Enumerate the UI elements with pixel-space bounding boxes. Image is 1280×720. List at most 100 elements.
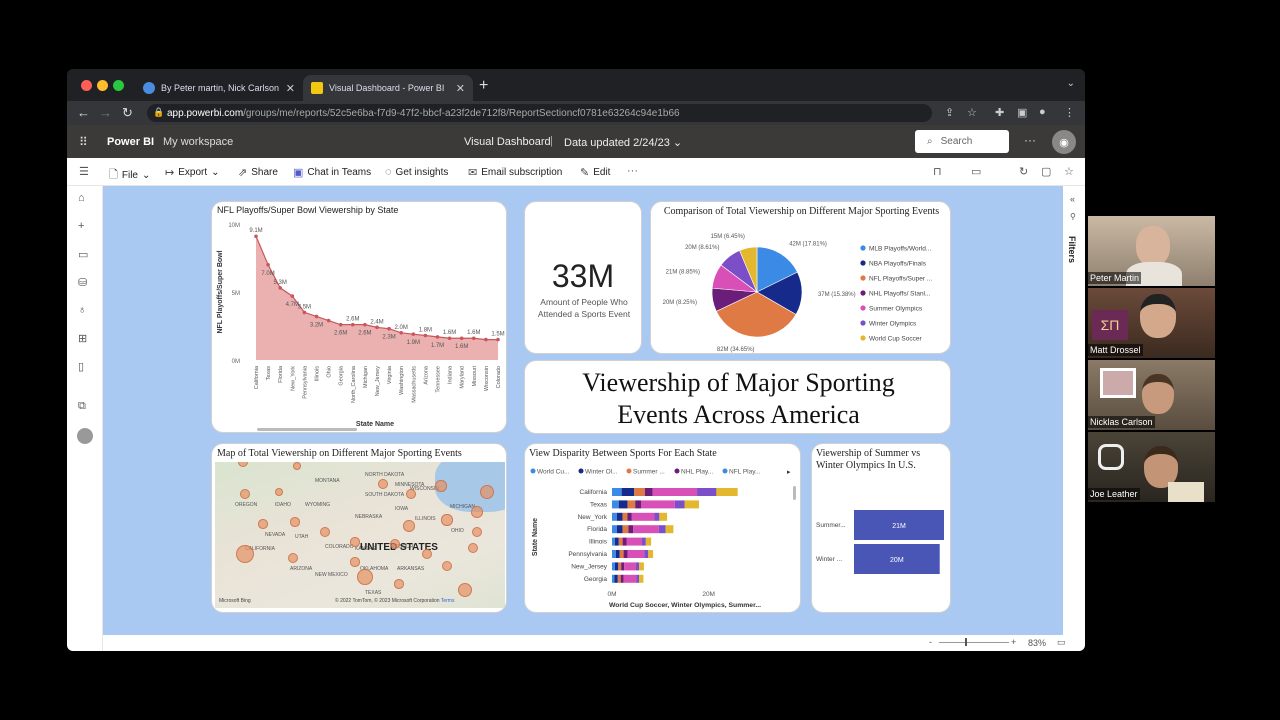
view-icon[interactable]: ▭: [971, 165, 981, 178]
export-menu[interactable]: ↦ Export ⌄: [165, 166, 220, 179]
my-workspace-icon[interactable]: [77, 428, 93, 444]
more-commands-icon[interactable]: ···: [627, 165, 638, 177]
new-tab-icon[interactable]: +: [479, 77, 488, 95]
map-bubble[interactable]: [350, 557, 360, 567]
close-window-button[interactable]: [81, 80, 92, 91]
map-bubble[interactable]: [240, 489, 250, 499]
bar-segment: [614, 537, 619, 546]
share-page-icon[interactable]: ⇪: [945, 106, 954, 119]
workspace-link[interactable]: My workspace: [163, 136, 233, 148]
forward-icon[interactable]: →: [99, 105, 112, 120]
map-bubble[interactable]: [406, 489, 416, 499]
map-bubble[interactable]: [471, 506, 483, 518]
refresh-icon[interactable]: ↻: [1019, 165, 1028, 178]
map-bubble[interactable]: [422, 549, 432, 559]
map-bubble[interactable]: [236, 545, 254, 563]
url-field[interactable]: 🔒 app.powerbi.com/groups/me/reports/52c5…: [147, 104, 932, 122]
profile-icon[interactable]: ●: [1039, 106, 1046, 118]
map-bubble[interactable]: [457, 582, 473, 598]
maximize-window-button[interactable]: [113, 80, 124, 91]
pie-chart-card[interactable]: Comparison of Total Viewership on Differ…: [650, 201, 951, 354]
stacked-bar-card[interactable]: View Disparity Between Sports For Each S…: [524, 443, 801, 613]
datahub-icon[interactable]: ⛁: [78, 276, 87, 289]
extensions-icon[interactable]: ✚: [995, 106, 1004, 119]
map-bubble[interactable]: [320, 527, 330, 537]
map-card[interactable]: Map of Total Viewership on Different Maj…: [211, 443, 507, 613]
nfl-area-chart-card[interactable]: NFL Playoffs/Super Bowl Viewership by St…: [211, 201, 507, 433]
map-bubble[interactable]: [435, 480, 447, 492]
bar-segment: [622, 512, 628, 521]
avatar[interactable]: ◉: [1052, 130, 1076, 154]
reload-icon[interactable]: ↻: [122, 105, 133, 121]
data-label: 20M: [890, 557, 904, 564]
tab-visual-dashboard[interactable]: Visual Dashboard - Power BI ✕: [303, 75, 473, 101]
participant-tile[interactable]: Nicklas Carlson: [1088, 360, 1215, 430]
zoom-slider[interactable]: [939, 642, 1009, 643]
collapse-filters-icon[interactable]: «: [1070, 194, 1075, 204]
map-bubble[interactable]: [394, 579, 404, 589]
data-label: 1.7M: [431, 343, 444, 349]
terms-link[interactable]: Terms: [441, 598, 455, 604]
brand[interactable]: Power BI: [107, 136, 154, 148]
data-point: [496, 337, 500, 342]
home-icon[interactable]: ⌂: [78, 192, 85, 204]
apps-icon[interactable]: ⊞: [78, 332, 87, 345]
data-updated[interactable]: Data updated 2/24/23 ⌄: [564, 136, 682, 149]
bubble-map[interactable]: UNITED STATES © 2022 TomTom, © 2023 Micr…: [215, 462, 505, 608]
minimize-window-button[interactable]: [97, 80, 108, 91]
x-tick-label: Indiana: [448, 365, 454, 384]
map-bubble[interactable]: [258, 519, 268, 529]
map-bubble[interactable]: [479, 484, 495, 500]
bookmark-icon[interactable]: ⊓: [933, 165, 942, 178]
participant-tile[interactable]: Peter Martin: [1088, 216, 1215, 286]
chevron-down-icon[interactable]: ⌄: [1067, 78, 1075, 89]
comment-icon[interactable]: ▢: [1041, 165, 1051, 178]
participant-tile[interactable]: ΣΠ Matt Drossel: [1088, 288, 1215, 358]
sidepanel-icon[interactable]: ▣: [1017, 106, 1027, 119]
map-bubble[interactable]: [390, 539, 400, 549]
fit-page-icon[interactable]: ▭: [1057, 637, 1066, 648]
olympics-bar-card[interactable]: Viewership of Summer vs Winter Olympics …: [811, 443, 951, 613]
data-label: 2.0M: [395, 325, 408, 331]
share-button[interactable]: ⇗ Share: [238, 166, 278, 179]
goals-icon[interactable]: ♁: [78, 304, 86, 316]
participant-video: [1140, 294, 1176, 338]
map-bubble[interactable]: [350, 537, 360, 547]
kpi-card[interactable]: 33M Amount of People Who Attended a Spor…: [524, 201, 642, 354]
map-bubble[interactable]: [378, 479, 388, 489]
data-label: 1.9M: [407, 340, 420, 346]
workspaces-icon[interactable]: ⧉: [78, 400, 86, 413]
nav-collapse-icon[interactable]: ☰: [79, 165, 89, 178]
bar-segment: [716, 488, 738, 496]
get-insights-button[interactable]: ◌ Get insights: [385, 166, 448, 178]
tab-teams-chat[interactable]: By Peter martin, Nick Carlson, ✕: [135, 75, 303, 101]
zoom-slider-handle[interactable]: [965, 638, 967, 646]
search-input[interactable]: ⌕ Search: [915, 130, 1009, 153]
email-subscription-button[interactable]: ✉ Email subscription: [468, 166, 562, 179]
close-tab-icon[interactable]: ✕: [456, 82, 465, 95]
file-menu[interactable]: 🗋 File ⌄: [109, 166, 150, 185]
browse-icon[interactable]: ▭: [78, 248, 88, 261]
map-bubble[interactable]: [357, 569, 373, 585]
more-options-icon[interactable]: ···: [1024, 133, 1036, 147]
close-tab-icon[interactable]: ✕: [286, 82, 295, 95]
map-state-label: ARKANSAS: [397, 566, 425, 572]
bookmark-star-icon[interactable]: ☆: [967, 106, 977, 119]
map-bubble[interactable]: [441, 514, 453, 526]
learn-icon[interactable]: ▯: [78, 360, 84, 373]
participant-tile[interactable]: Joe Leather: [1088, 432, 1215, 502]
create-icon[interactable]: +: [78, 220, 84, 232]
filters-pane[interactable]: « ⚲ Filters: [1063, 186, 1085, 635]
zoom-in-icon[interactable]: +: [1011, 637, 1016, 647]
map-bubble[interactable]: [290, 517, 300, 527]
app-launcher-icon[interactable]: ⠿: [79, 135, 88, 149]
chat-in-teams-button[interactable]: ▣ Chat in Teams: [293, 166, 371, 179]
zoom-out-icon[interactable]: -: [929, 637, 932, 647]
favorite-star-icon[interactable]: ☆: [1064, 165, 1074, 178]
edit-button[interactable]: ✎ Edit: [580, 166, 610, 179]
data-label: 1.6M: [467, 330, 480, 336]
browser-menu-icon[interactable]: ⋮: [1064, 106, 1075, 119]
map-bubble[interactable]: [403, 520, 415, 532]
x-tick-label: Illinois: [315, 366, 321, 382]
back-icon[interactable]: ←: [77, 105, 90, 120]
